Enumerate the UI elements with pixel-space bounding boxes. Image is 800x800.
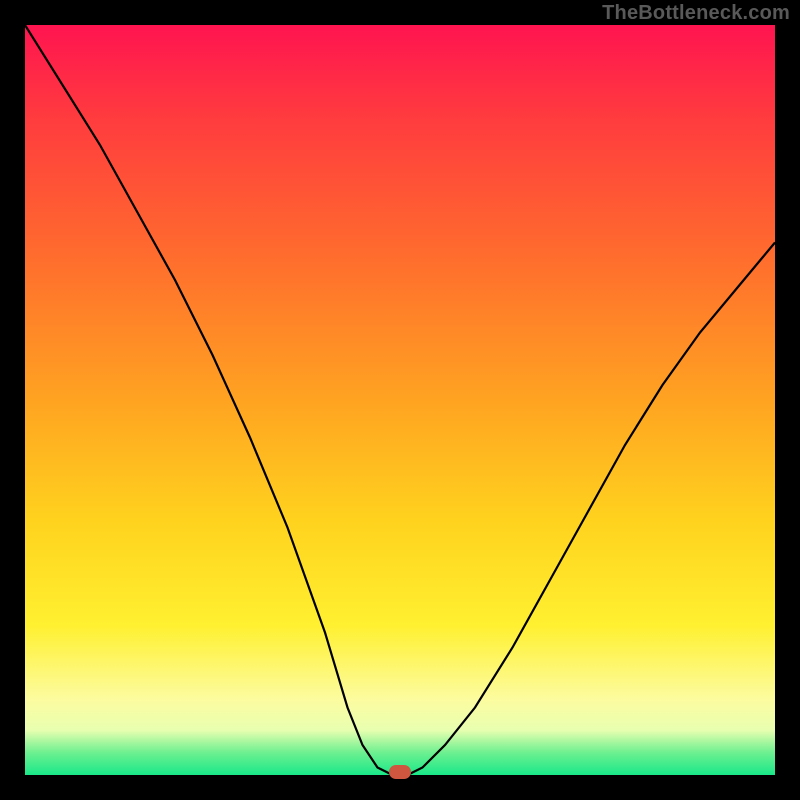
bottleneck-curve: [25, 25, 775, 775]
minimum-marker: [389, 765, 411, 779]
chart-gradient-background: [25, 25, 775, 775]
watermark-text: TheBottleneck.com: [602, 2, 790, 25]
curve-path: [25, 25, 775, 775]
